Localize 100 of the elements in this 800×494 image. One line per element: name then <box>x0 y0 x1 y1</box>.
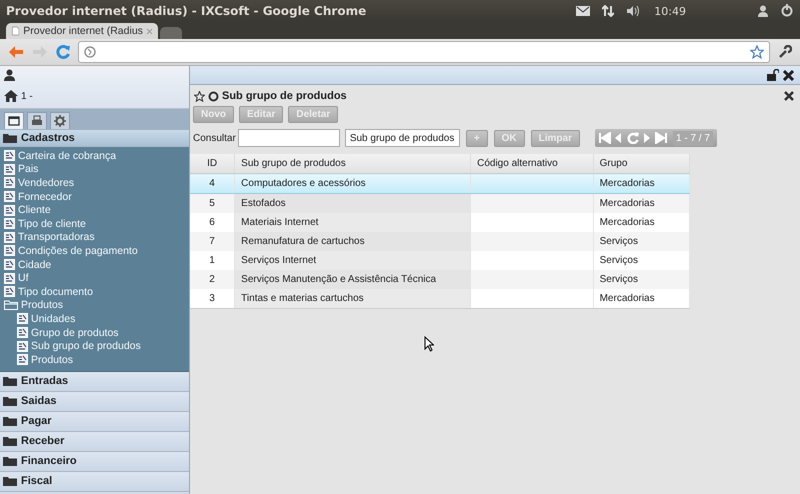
form-icon <box>4 218 15 230</box>
form-icon <box>17 354 28 366</box>
unlock-icon[interactable] <box>767 69 779 81</box>
folder-icon <box>3 456 17 466</box>
panel-title: Sub grupo de produdos <box>222 90 347 102</box>
form-icon <box>4 177 15 188</box>
form-icon <box>4 232 15 243</box>
section-header[interactable]: Receber <box>0 432 189 452</box>
search-field[interactable] <box>238 129 340 147</box>
table-row[interactable]: 5 Estofados Mercadorias <box>190 194 690 213</box>
table-cell: Serviços Internet <box>234 251 471 270</box>
tab-title: Provedor internet (Radius <box>23 25 143 37</box>
table-cell: Materiais Internet <box>234 213 471 232</box>
ring-icon <box>208 90 219 102</box>
table-cell: Tintas e materias cartuchos <box>234 289 471 308</box>
table-cell: Mercadorias <box>593 174 690 194</box>
form-icon <box>17 313 28 324</box>
sidebar-tab[interactable] <box>27 112 47 129</box>
column-header[interactable]: ID <box>190 154 235 174</box>
close-icon[interactable] <box>783 70 794 80</box>
browser-tab[interactable]: Provedor internet (Radius <box>6 23 158 39</box>
reload-icon[interactable] <box>56 45 70 59</box>
form-icon <box>4 272 15 284</box>
column-dropdown[interactable]: Sub grupo de produdos <box>344 129 460 147</box>
column-header[interactable]: Sub grupo de produdos <box>234 154 471 174</box>
printer-icon <box>31 115 43 127</box>
power-icon[interactable] <box>780 4 794 18</box>
user-icon <box>4 69 15 81</box>
form-icon <box>4 150 15 162</box>
folder-icon <box>3 416 17 426</box>
tree-item[interactable]: Produtos <box>0 352 189 366</box>
table-cell: Mercadorias <box>593 194 690 213</box>
tree-item[interactable]: Cidade <box>0 258 189 272</box>
form-icon <box>4 259 15 270</box>
tree-item[interactable]: Grupo de produtos <box>0 326 189 340</box>
table-cell: Serviços <box>593 232 690 251</box>
tree-item[interactable]: Carteira de cobrança <box>0 149 189 163</box>
tree-item[interactable]: Sub grupo de produdos <box>0 339 189 353</box>
form-icon <box>4 245 15 256</box>
table-cell: Serviços Manutenção e Assistência Técnica <box>234 270 471 289</box>
folder-icon <box>3 396 17 406</box>
column-header[interactable]: Grupo <box>593 154 690 174</box>
table-row[interactable]: 7 Remanufatura de cartuchos Serviços <box>190 232 690 251</box>
clock[interactable]: 10:49 <box>654 4 686 18</box>
user-icon[interactable] <box>758 5 768 17</box>
open-folder-icon <box>4 300 18 310</box>
folder-icon <box>3 436 17 446</box>
table-cell: 2 <box>190 270 235 289</box>
tree-item[interactable]: Unidades <box>0 312 189 326</box>
page-count: 1 - 7 / 7 <box>673 130 713 146</box>
mouse-pointer-icon <box>424 336 434 352</box>
star-icon[interactable] <box>194 90 205 102</box>
sidebar-tab[interactable] <box>50 112 70 129</box>
table-cell: 5 <box>190 194 235 213</box>
network-icon[interactable] <box>602 5 614 17</box>
tree-item[interactable]: Cliente <box>0 203 189 217</box>
table-cell: Mercadorias <box>593 289 690 308</box>
form-icon <box>4 191 15 202</box>
star-icon[interactable] <box>750 45 764 59</box>
tree-item[interactable]: Condições de pagamento <box>0 244 189 258</box>
folder-icon <box>3 133 17 143</box>
table-row[interactable]: 1 Serviços Internet Serviços <box>190 251 690 270</box>
tree-item[interactable]: Transportadoras <box>0 230 189 244</box>
table-row[interactable]: 3 Tintas e materias cartuchos Mercadorias <box>190 289 690 308</box>
tree-item[interactable]: Uf <box>0 271 189 285</box>
tree-item[interactable]: Produtos <box>0 298 189 312</box>
section-header[interactable]: Financeiro <box>0 452 189 472</box>
form-icon <box>4 204 15 216</box>
tree-item[interactable]: Tipo documento <box>0 284 189 299</box>
page-icon <box>12 25 20 37</box>
home-icon[interactable] <box>4 90 18 102</box>
section-header[interactable]: Saidas <box>0 392 189 412</box>
tree-item[interactable]: Vendedores <box>0 176 189 190</box>
form-icon <box>17 327 28 338</box>
search-label: Consultar <box>193 132 236 144</box>
window-icon <box>8 115 20 127</box>
last-page-icon[interactable] <box>655 132 667 144</box>
sidebar-tab[interactable] <box>4 112 24 129</box>
table-cell: Estofados <box>234 194 471 213</box>
section-header[interactable]: Cadastros <box>0 130 189 147</box>
section-header[interactable]: Entradas <box>0 372 189 392</box>
refresh-icon[interactable] <box>627 132 639 144</box>
table-row[interactable]: 4 Computadores e acessórios Mercadorias <box>190 174 690 194</box>
tree-item[interactable]: Fornecedor <box>0 190 189 204</box>
company-label: 1 - <box>21 90 33 102</box>
first-page-icon[interactable] <box>599 132 611 144</box>
table-cell: Computadores e acessórios <box>234 174 471 194</box>
table-cell: Remanufatura de cartuchos <box>234 232 471 251</box>
section-header[interactable]: Pagar <box>0 412 189 432</box>
mail-icon[interactable] <box>576 6 590 16</box>
tree-item[interactable]: Pais <box>0 162 189 176</box>
tree-item[interactable]: Tipo de cliente <box>0 216 189 231</box>
table-row[interactable]: 2 Serviços Manutenção e Assistência Técnica Serviços <box>190 270 690 289</box>
wrench-icon[interactable] <box>778 45 792 59</box>
section-header[interactable]: Fiscal <box>0 472 189 492</box>
folder-icon <box>3 376 17 386</box>
column-header[interactable]: Código alternativo <box>470 154 594 174</box>
window-title: Provedor internet (Radius) - IXCsoft - Google Chrome <box>6 4 366 18</box>
close-icon[interactable] <box>784 91 794 101</box>
gear-icon <box>54 115 66 127</box>
